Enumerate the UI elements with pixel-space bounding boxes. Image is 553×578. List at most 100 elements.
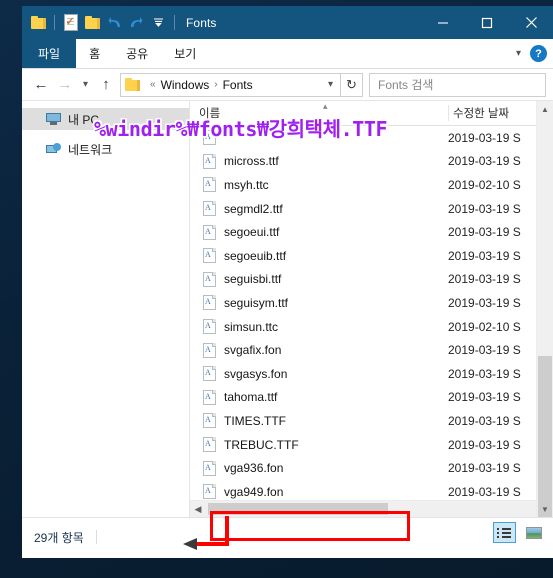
back-button[interactable]: ← — [29, 73, 53, 97]
file-name-label: seguisym.ttf — [224, 295, 289, 310]
close-button[interactable] — [509, 6, 553, 39]
minimize-button[interactable] — [421, 6, 465, 39]
recent-locations-button[interactable]: ▾ — [77, 73, 94, 97]
large-icons-view-button[interactable] — [522, 522, 545, 543]
tab-file[interactable]: 파일 — [22, 39, 77, 68]
file-name-cell: Aseguisym.ttf — [190, 295, 448, 311]
address-bar[interactable]: « Windows › Fonts ▾ — [120, 72, 341, 97]
file-name-label: svgasys.fon — [224, 366, 288, 381]
table-row[interactable]: Amsyh.ttc 2019-02-10 S — [190, 173, 553, 197]
chevron-down-icon[interactable]: ▾ — [328, 79, 333, 90]
file-name-label: vga936.fon — [224, 461, 284, 476]
table-row[interactable]: Aseguisym.ttf 2019-03-19 S — [190, 291, 553, 315]
breadcrumb-windows[interactable]: Windows — [161, 78, 210, 92]
font-file-icon: A — [203, 437, 216, 453]
details-view-icon — [497, 527, 512, 539]
table-row[interactable]: Asegmdl2.ttf 2019-03-19 S — [190, 197, 553, 221]
file-name-label: msyh.ttc — [224, 177, 269, 192]
new-folder-icon[interactable] — [83, 12, 102, 34]
hscroll-thumb[interactable] — [208, 503, 388, 515]
status-bar: 29개 항목 — [22, 517, 553, 556]
file-name-cell: Aseguisbi.ttf — [190, 271, 448, 287]
sidebar-item-this-pc[interactable]: 내 PC — [22, 108, 189, 130]
status-divider — [95, 530, 97, 544]
maximize-button[interactable] — [465, 6, 509, 39]
file-list: A 2019-03-19 S Amicross.ttf 2019-03-19 S Ams… — [190, 126, 553, 500]
folder-icon[interactable] — [29, 12, 48, 34]
font-file-icon: A — [203, 177, 216, 193]
address-bar-row: ← → ▾ ↑ « Windows › Fonts ▾ ↻ Fonts 검색 — [22, 69, 553, 100]
table-row[interactable]: A TREBUC.TTF 2019-03-19 S — [190, 433, 553, 457]
tab-share[interactable]: 공유 — [113, 39, 161, 68]
column-header-name[interactable]: 이름 — [190, 105, 448, 121]
redo-icon[interactable] — [127, 12, 146, 34]
folder-icon — [125, 76, 140, 94]
font-file-icon: A — [203, 248, 216, 264]
toolbar-divider-2 — [174, 15, 175, 30]
computer-icon — [46, 113, 61, 125]
sidebar-item-label: 내 PC — [68, 112, 100, 127]
file-name-cell: Asimsun.ttc — [190, 319, 448, 335]
file-name-cell: Asvgafix.fon — [190, 342, 448, 358]
file-name-label: simsun.ttc — [224, 319, 279, 334]
breadcrumb-separator: › — [214, 79, 218, 90]
table-row[interactable]: Asegoeuib.ttf 2019-03-19 S — [190, 244, 553, 268]
sidebar-item-network[interactable]: 네트워크 — [22, 138, 189, 160]
tab-view[interactable]: 보기 — [161, 39, 209, 68]
column-header-row: 이름 수정한 날짜 ▴ — [190, 101, 553, 126]
vscroll-thumb[interactable] — [538, 356, 552, 517]
chevron-down-icon[interactable]: ▾ — [516, 48, 521, 59]
table-row[interactable]: Avga949.fon 2019-03-19 S — [190, 480, 553, 500]
font-file-icon: A — [203, 224, 216, 240]
chevron-down-icon[interactable] — [149, 12, 168, 34]
sort-indicator-icon: ▴ — [323, 101, 328, 111]
file-name-cell: Atahoma.ttf — [190, 389, 448, 405]
undo-icon[interactable] — [105, 12, 124, 34]
forward-button[interactable]: → — [53, 73, 77, 97]
table-row[interactable]: A 2019-03-19 S — [190, 126, 553, 150]
breadcrumb-overflow[interactable]: « — [150, 79, 156, 90]
scroll-left-icon[interactable]: ◀ — [190, 501, 206, 517]
table-row[interactable]: Asimsun.ttc 2019-02-10 S — [190, 315, 553, 339]
file-explorer-window: ✓ Fonts 파일 홈 공유 보기 ▾ ? ← → ▾ ↑ « Windows… — [22, 6, 553, 558]
properties-icon[interactable]: ✓ — [61, 12, 80, 34]
search-input[interactable]: Fonts 검색 — [369, 72, 546, 97]
file-name-cell: Amicross.ttf — [190, 153, 448, 169]
table-row[interactable]: Asegoeui.ttf 2019-03-19 S — [190, 220, 553, 244]
table-row[interactable]: Atahoma.ttf 2019-03-19 S — [190, 386, 553, 410]
table-row[interactable]: Asvgasys.fon 2019-03-19 S — [190, 362, 553, 386]
help-icon[interactable]: ? — [530, 45, 547, 62]
window-controls — [421, 6, 553, 39]
font-file-icon: A — [203, 460, 216, 476]
font-file-icon: A — [203, 342, 216, 358]
table-row[interactable]: Avga936.fon 2019-03-19 S — [190, 456, 553, 480]
up-button[interactable]: ↑ — [94, 73, 118, 97]
details-view-button[interactable] — [493, 522, 516, 543]
window-title: Fonts — [186, 15, 217, 30]
table-row[interactable]: Aseguisbi.ttf 2019-03-19 S — [190, 268, 553, 292]
horizontal-scrollbar[interactable]: ◀ ▶ — [190, 500, 553, 517]
table-row[interactable]: Asvgafix.fon 2019-03-19 S — [190, 338, 553, 362]
file-name-cell: Avga936.fon — [190, 460, 448, 476]
scroll-down-icon[interactable]: ▼ — [537, 501, 553, 517]
file-name-label: micross.ttf — [224, 154, 279, 169]
refresh-button[interactable]: ↻ — [341, 72, 363, 97]
font-file-icon: A — [203, 389, 216, 405]
scroll-up-icon[interactable]: ▲ — [537, 101, 553, 117]
vertical-scrollbar[interactable]: ▲ ▼ — [536, 101, 553, 517]
file-name-label: segmdl2.ttf — [224, 201, 283, 216]
table-row[interactable]: Amicross.ttf 2019-03-19 S — [190, 150, 553, 174]
file-name-cell: Asegmdl2.ttf — [190, 201, 448, 217]
explorer-body: 내 PC 네트워크 이름 수정한 날짜 ▴ A 2019-03-19 S Amicr… — [22, 100, 553, 517]
tab-home[interactable]: 홈 — [76, 39, 113, 68]
network-icon — [46, 142, 61, 156]
breadcrumb-fonts[interactable]: Fonts — [223, 78, 253, 92]
large-icons-view-icon — [525, 526, 542, 539]
file-name-cell: Asegoeuib.ttf — [190, 248, 448, 264]
font-file-icon: A — [203, 271, 216, 287]
column-divider[interactable] — [448, 105, 449, 121]
hscroll-track[interactable] — [206, 501, 537, 517]
table-row[interactable]: A TIMES.TTF 2019-03-19 S — [190, 409, 553, 433]
file-name-cell: A TREBUC.TTF — [190, 437, 448, 453]
file-name-cell: A TIMES.TTF — [190, 413, 448, 429]
